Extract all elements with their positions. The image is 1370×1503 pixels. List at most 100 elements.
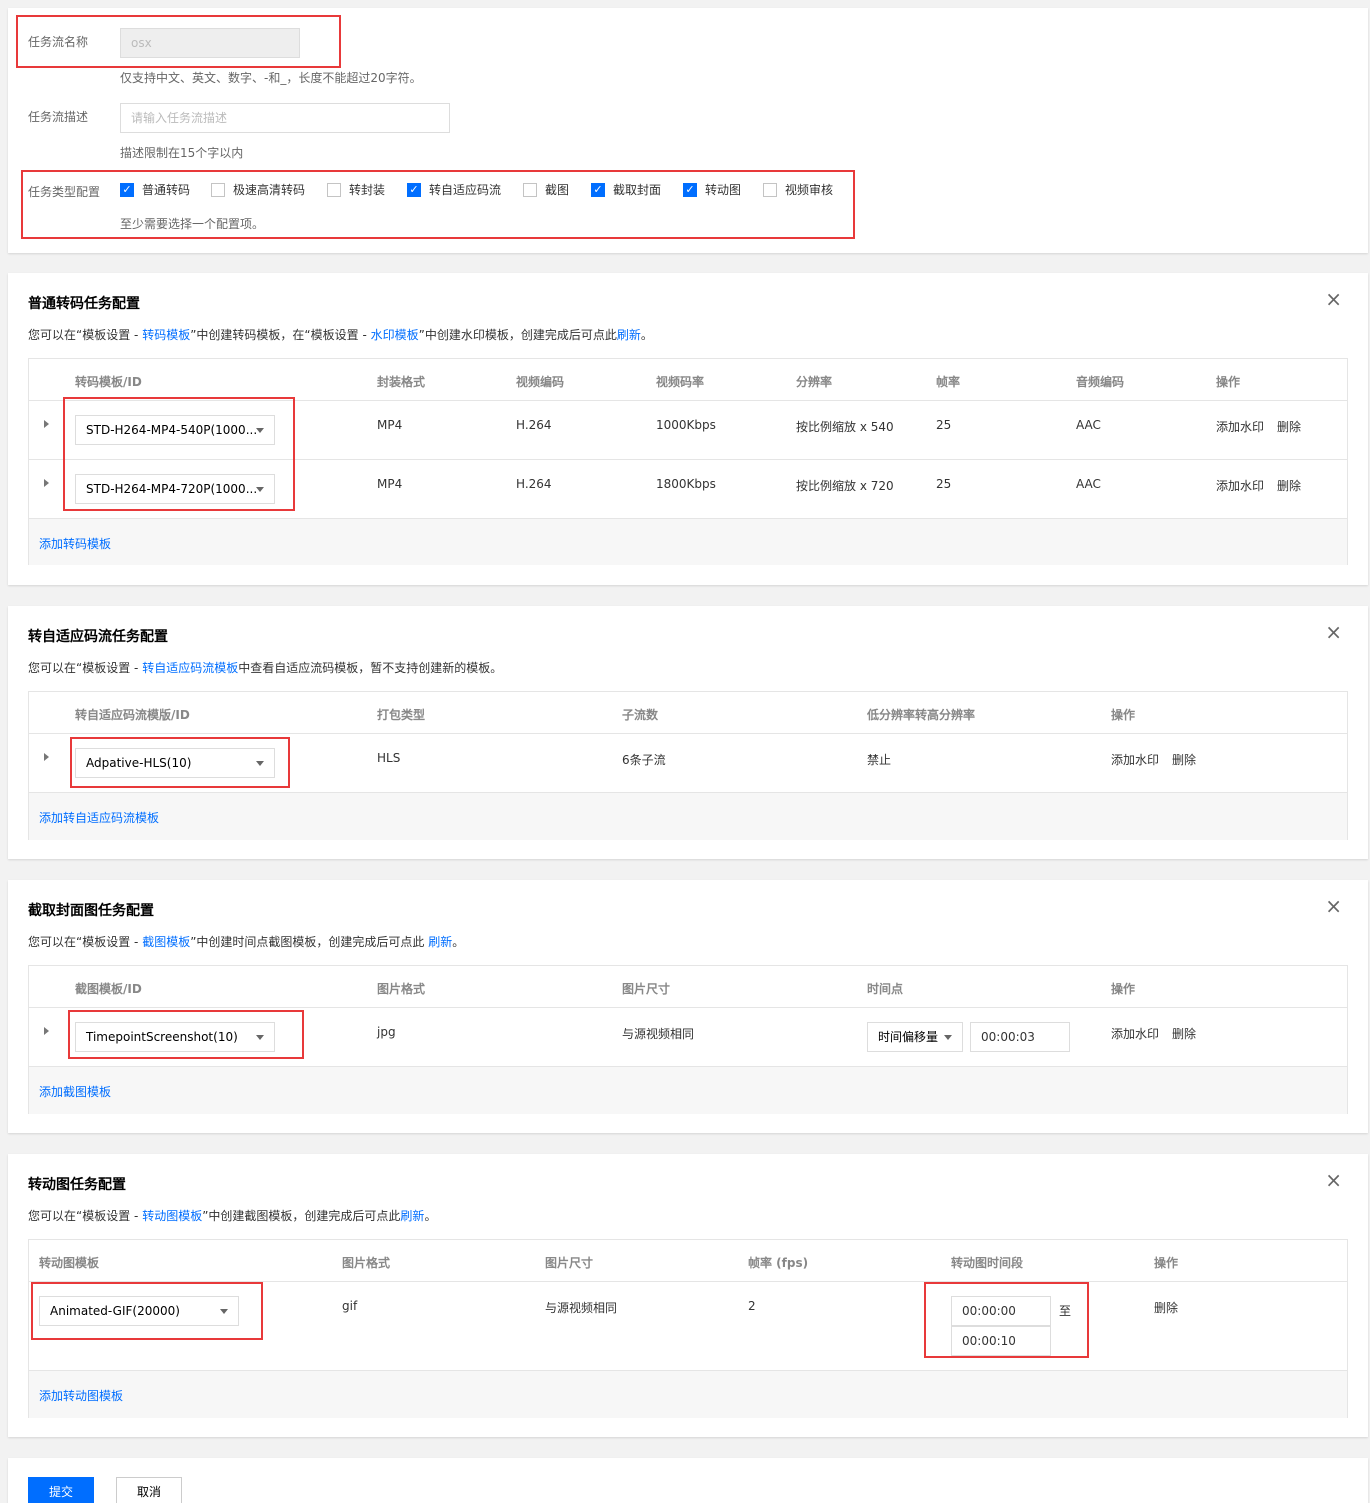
- add-watermark-link[interactable]: 添加水印: [1216, 477, 1264, 494]
- add-adaptive-template-link[interactable]: 添加转自适应码流模板: [39, 809, 159, 826]
- cell-format: MP4: [377, 418, 403, 432]
- table-row: STD-H264-MP4-720P(1000... MP4 H.264 1800…: [29, 460, 1347, 519]
- cell-package: HLS: [377, 751, 401, 765]
- screenshot-template-link[interactable]: 截图模板: [142, 935, 190, 949]
- table-header: 转自适应码流模版/ID 打包类型 子流数 低分辨率转高分辨率 操作: [29, 692, 1347, 734]
- checkbox-normal-transcode[interactable]: ✓ 普通转码: [120, 181, 190, 198]
- column-header: 视频编码: [516, 375, 565, 389]
- gif-end-time-input[interactable]: 00:00:10: [951, 1326, 1051, 1356]
- column-header: 图片尺寸: [545, 1256, 594, 1270]
- close-icon[interactable]: ×: [1325, 622, 1342, 642]
- template-select[interactable]: STD-H264-MP4-720P(1000...: [75, 474, 275, 504]
- expand-caret-icon[interactable]: [44, 420, 49, 428]
- gif-template-link[interactable]: 转动图模板: [142, 1209, 202, 1223]
- expand-caret-icon[interactable]: [44, 753, 49, 761]
- adaptive-table: 转自适应码流模版/ID 打包类型 子流数 低分辨率转高分辨率 操作 Adpati…: [28, 691, 1348, 840]
- time-point-input[interactable]: 00:00:03: [970, 1022, 1070, 1052]
- cell-vcodec: H.264: [516, 477, 552, 491]
- close-icon[interactable]: ×: [1325, 896, 1342, 916]
- checkbox-animated-gif[interactable]: ✓ 转动图: [683, 181, 741, 198]
- template-select[interactable]: Adpative-HLS(10): [75, 748, 275, 778]
- cell-format: gif: [342, 1299, 358, 1313]
- close-icon[interactable]: ×: [1325, 289, 1342, 309]
- cover-config-card: 截取封面图任务配置 × 您可以在“模板设置 - 截图模板”中创建时间点截图模板，…: [8, 880, 1368, 1133]
- template-select[interactable]: STD-H264-MP4-540P(1000...: [75, 415, 275, 445]
- add-watermark-link[interactable]: 添加水印: [1216, 418, 1264, 435]
- checkbox-fast-hd-transcode[interactable]: 极速高清转码: [211, 181, 305, 198]
- task-name-input[interactable]: osx: [120, 28, 300, 58]
- adaptive-config-card: 转自适应码流任务配置 × 您可以在“模板设置 - 转自适应码流模板中查看自适应流…: [8, 606, 1368, 859]
- submit-button[interactable]: 提交: [28, 1477, 94, 1503]
- transcode-template-link[interactable]: 转码模板: [142, 328, 190, 342]
- cell-resolution: 按比例缩放 x 720: [796, 479, 894, 493]
- column-header: 操作: [1111, 708, 1136, 722]
- checkbox-screenshot[interactable]: 截图: [523, 181, 569, 198]
- add-screenshot-template-link[interactable]: 添加截图模板: [39, 1083, 111, 1100]
- adaptive-template-link[interactable]: 转自适应码流模板: [142, 661, 238, 675]
- checkbox-adaptive-stream[interactable]: ✓ 转自适应码流: [407, 181, 501, 198]
- column-header: 图片格式: [377, 982, 426, 996]
- time-mode-select[interactable]: 时间偏移量: [867, 1022, 963, 1052]
- task-name-hint: 仅支持中文、英文、数字、-和_，长度不能超过20字符。: [120, 71, 422, 85]
- delete-link[interactable]: 删除: [1277, 477, 1301, 494]
- section-description: 您可以在“模板设置 - 转自适应码流模板中查看自适应流码模板，暂不支持创建新的模…: [28, 661, 503, 675]
- task-type-hint: 至少需要选择一个配置项。: [120, 217, 265, 231]
- chevron-down-icon: [256, 1035, 264, 1040]
- checkbox-label: 转动图: [705, 183, 742, 197]
- column-header: 图片尺寸: [622, 982, 671, 996]
- column-header: 转码模板/ID: [75, 375, 142, 389]
- range-separator: 至: [1059, 1304, 1072, 1318]
- checkbox-cover[interactable]: ✓ 截取封面: [591, 181, 661, 198]
- refresh-link[interactable]: 刷新: [400, 1209, 424, 1223]
- table-row: Adpative-HLS(10) HLS 6条子流 禁止 添加水印 删除: [29, 734, 1347, 793]
- table-row: STD-H264-MP4-540P(1000... MP4 H.264 1000…: [29, 401, 1347, 460]
- delete-link[interactable]: 删除: [1172, 751, 1196, 768]
- checkbox-label: 转封装: [349, 183, 386, 197]
- section-description: 您可以在“模板设置 - 转码模板”中创建转码模板，在“模板设置 - 水印模板”中…: [28, 328, 653, 342]
- cover-table: 截图模板/ID 图片格式 图片尺寸 时间点 操作 TimepointScreen…: [28, 965, 1348, 1114]
- expand-caret-icon[interactable]: [44, 1027, 49, 1035]
- cell-bitrate: 1000Kbps: [656, 418, 716, 432]
- table-footer: 添加截图模板: [29, 1067, 1347, 1114]
- refresh-link[interactable]: 刷新: [428, 935, 452, 949]
- add-transcode-template-link[interactable]: 添加转码模板: [39, 535, 111, 552]
- delete-link[interactable]: 删除: [1154, 1299, 1178, 1316]
- checkbox-unchecked-icon: [327, 182, 341, 197]
- task-name-label: 任务流名称: [28, 35, 89, 49]
- column-header: 帧率 (fps): [748, 1256, 809, 1270]
- checkbox-label: 截图: [545, 183, 570, 197]
- column-header: 转动图时间段: [951, 1256, 1024, 1270]
- checkbox-checked-icon: ✓: [120, 182, 134, 197]
- checkbox-video-review[interactable]: 视频审核: [763, 181, 833, 198]
- column-header: 帧率: [936, 375, 961, 389]
- checkbox-label: 极速高清转码: [233, 183, 306, 197]
- cell-format: MP4: [377, 477, 403, 491]
- chevron-down-icon: [256, 761, 264, 766]
- expand-caret-icon[interactable]: [44, 479, 49, 487]
- section-title: 转动图任务配置: [28, 1177, 126, 1193]
- delete-link[interactable]: 删除: [1172, 1025, 1196, 1042]
- watermark-template-link[interactable]: 水印模板: [371, 328, 419, 342]
- cell-size: 与源视频相同: [622, 1027, 695, 1041]
- checkbox-unchecked-icon: [523, 182, 537, 197]
- template-select[interactable]: Animated-GIF(20000): [39, 1296, 239, 1326]
- close-icon[interactable]: ×: [1325, 1170, 1342, 1190]
- checkbox-remux[interactable]: 转封装: [327, 181, 385, 198]
- template-select[interactable]: TimepointScreenshot(10): [75, 1022, 275, 1052]
- add-watermark-link[interactable]: 添加水印: [1111, 1025, 1159, 1042]
- column-header: 低分辨率转高分辨率: [867, 708, 976, 722]
- refresh-link[interactable]: 刷新: [617, 328, 641, 342]
- task-desc-input[interactable]: 请输入任务流描述: [120, 103, 450, 133]
- add-gif-template-link[interactable]: 添加转动图模板: [39, 1387, 123, 1404]
- add-watermark-link[interactable]: 添加水印: [1111, 751, 1159, 768]
- table-footer: 添加转动图模板: [29, 1371, 1347, 1418]
- transcode-config-card: 普通转码任务配置 × 您可以在“模板设置 - 转码模板”中创建转码模板，在“模板…: [8, 273, 1368, 585]
- cancel-button[interactable]: 取消: [116, 1477, 182, 1503]
- gif-start-time-input[interactable]: 00:00:00: [951, 1296, 1051, 1326]
- checkbox-unchecked-icon: [763, 182, 777, 197]
- checkbox-label: 转自适应码流: [429, 183, 502, 197]
- delete-link[interactable]: 删除: [1277, 418, 1301, 435]
- column-header: 封装格式: [377, 375, 426, 389]
- table-header: 转码模板/ID 封装格式 视频编码 视频码率 分辨率 帧率 音频编码 操作: [29, 359, 1347, 401]
- section-title: 普通转码任务配置: [28, 296, 140, 312]
